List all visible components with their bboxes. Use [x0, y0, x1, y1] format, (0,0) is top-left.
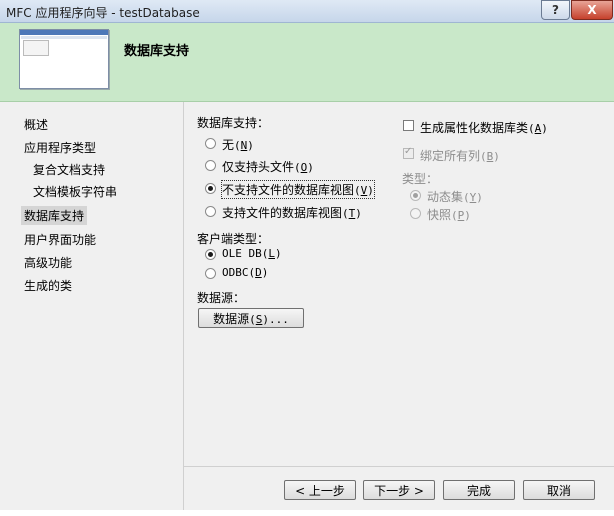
- radio-button-selected-disabled[interactable]: [410, 190, 421, 201]
- data-source-button[interactable]: 数据源(S)...: [198, 308, 304, 328]
- title-bar[interactable]: MFC 应用程序向导 - testDatabase ? X: [0, 0, 614, 23]
- page-title: 数据库支持: [124, 44, 190, 59]
- radio-label: 快照: [427, 208, 452, 222]
- accel-key: L: [268, 247, 275, 260]
- radio-button-selected[interactable]: [205, 249, 216, 260]
- help-button[interactable]: ?: [541, 0, 570, 20]
- back-button[interactable]: < 上一步: [284, 480, 356, 500]
- accel-key: Y: [469, 191, 477, 204]
- radio-label: 不支持文件的数据库视图: [222, 183, 355, 197]
- nav-item-doc-template-strings[interactable]: 文档模板字符串: [30, 182, 120, 201]
- accel-key: S: [255, 313, 263, 326]
- radio-button-disabled[interactable]: [410, 208, 421, 219]
- radio-label: 动态集: [427, 190, 464, 204]
- accel-key: O: [300, 161, 308, 174]
- radio-label: 无: [222, 138, 235, 152]
- main-panel: 数据库支持： 无(N) 仅支持头文件(O) 不支持文件的数据库视图(V) 支持文…: [184, 102, 614, 516]
- nav-item-app-type[interactable]: 应用程序类型: [21, 138, 99, 157]
- radio-button[interactable]: [205, 268, 216, 279]
- window-bottom-edge: [0, 510, 614, 516]
- button-label: 数据源: [213, 312, 250, 326]
- radio-label: ODBC: [222, 266, 249, 279]
- close-button[interactable]: X: [571, 0, 613, 20]
- accel-key: P: [457, 209, 465, 222]
- database-support-label: 数据库支持：: [197, 116, 270, 130]
- accel-key: A: [534, 122, 542, 135]
- nav-item-overview[interactable]: 概述: [21, 115, 51, 134]
- radio-button[interactable]: [205, 160, 216, 171]
- wizard-nav: 概述 应用程序类型 复合文档支持 文档模板字符串 数据库支持 用户界面功能 高级…: [0, 102, 183, 516]
- ellipsis: ...: [269, 313, 289, 326]
- wizard-thumbnail-icon: [19, 29, 109, 89]
- cancel-button[interactable]: 取消: [523, 480, 595, 500]
- accel-key: D: [255, 266, 262, 279]
- accel-key: N: [240, 139, 248, 152]
- checkbox-checked-disabled[interactable]: [403, 146, 414, 159]
- finish-button[interactable]: 完成: [443, 480, 515, 500]
- data-source-label: 数据源：: [197, 291, 246, 305]
- checkbox-label: 生成属性化数据库类: [420, 121, 529, 135]
- accel-key: V: [360, 184, 368, 197]
- type-label: 类型：: [402, 172, 439, 186]
- radio-button[interactable]: [205, 206, 216, 217]
- accel-key: B: [486, 150, 494, 163]
- header-banner: 数据库支持: [0, 23, 614, 102]
- nav-item-ui-features[interactable]: 用户界面功能: [21, 230, 99, 249]
- nav-item-database-support[interactable]: 数据库支持: [21, 206, 88, 225]
- radio-label: 仅支持头文件: [222, 160, 295, 174]
- nav-item-compound-doc[interactable]: 复合文档支持: [30, 160, 108, 179]
- nav-item-advanced[interactable]: 高级功能: [21, 253, 75, 272]
- accel-key: T: [348, 207, 356, 220]
- nav-item-generated-classes[interactable]: 生成的类: [21, 276, 75, 295]
- next-button[interactable]: 下一步 >: [363, 480, 435, 500]
- wizard-window: MFC 应用程序向导 - testDatabase ? X 数据库支持 概述 应…: [0, 0, 614, 516]
- checkbox-label: 绑定所有列: [420, 149, 481, 163]
- radio-label: 支持文件的数据库视图: [222, 206, 343, 220]
- checkbox[interactable]: [403, 120, 414, 131]
- window-title: MFC 应用程序向导 - testDatabase: [6, 6, 200, 20]
- radio-button[interactable]: [205, 138, 216, 149]
- radio-label: OLE DB: [222, 247, 262, 260]
- client-type-label: 客户端类型：: [197, 232, 270, 246]
- footer-divider: [184, 466, 614, 467]
- radio-button-selected[interactable]: [205, 183, 216, 194]
